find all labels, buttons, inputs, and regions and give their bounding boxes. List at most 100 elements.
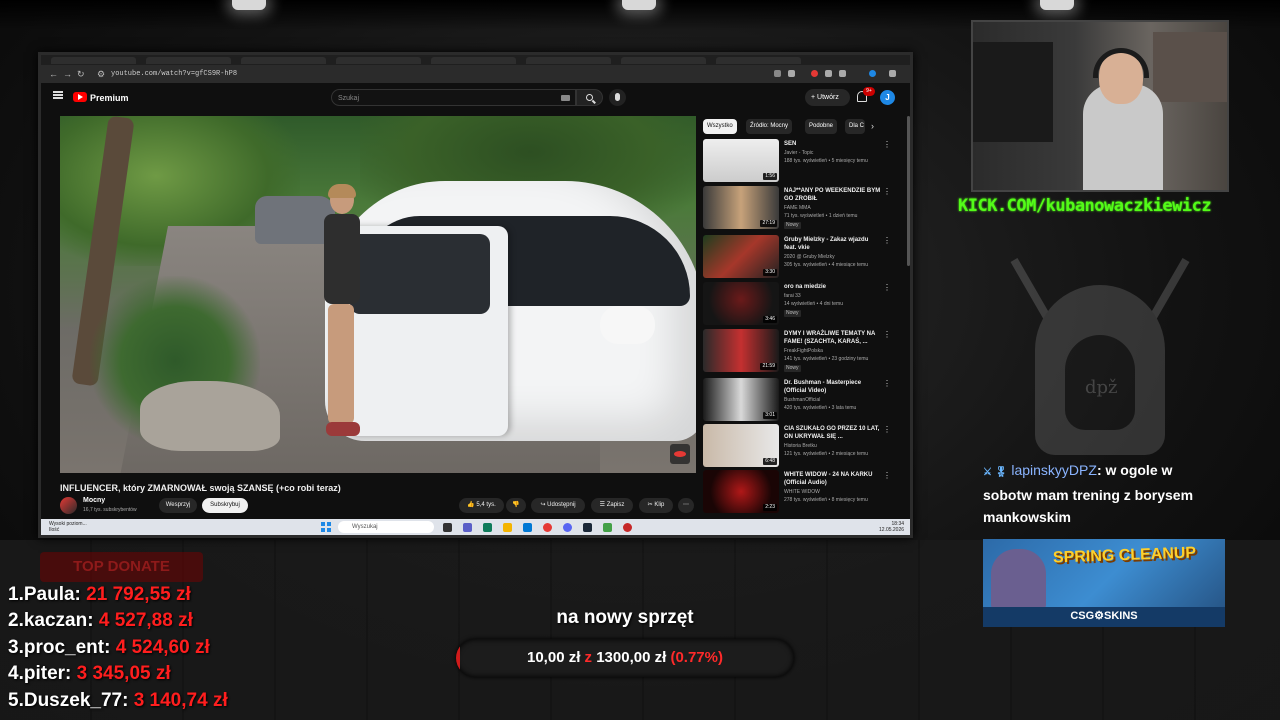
youtube-premium-label[interactable]: Premium bbox=[90, 92, 129, 104]
recommendation-channel[interactable]: FAME MMA bbox=[784, 205, 811, 212]
file-explorer-icon[interactable] bbox=[503, 523, 512, 532]
subscribe-button[interactable]: Subskrybuj bbox=[202, 498, 248, 513]
video-thumbnail[interactable]: 27:19 bbox=[703, 186, 779, 229]
recommendation-title[interactable]: DYMY I WRAŻLIWE TEMATY NA FAME! (SZACHTA… bbox=[784, 330, 882, 346]
browser-tab[interactable] bbox=[241, 57, 326, 64]
browser-menu-icon[interactable] bbox=[889, 70, 896, 77]
recommendation-item[interactable]: 6:48 CIA SZUKAŁO GO PRZEZ 10 LAT, ON UKR… bbox=[703, 424, 908, 468]
task-view-icon[interactable] bbox=[443, 523, 452, 532]
taskbar-clock[interactable]: 18:34 12.05.2026 bbox=[879, 521, 904, 533]
browser-tab[interactable] bbox=[716, 57, 801, 64]
recommendation-item[interactable]: 2:23 WHITE WIDOW - 24 NA KARKU (Official… bbox=[703, 470, 908, 514]
recommendation-title[interactable]: SEN bbox=[784, 140, 882, 148]
video-thumbnail[interactable]: 21:59 bbox=[703, 329, 779, 372]
browser-tab[interactable] bbox=[621, 57, 706, 64]
account-avatar[interactable]: J bbox=[880, 90, 895, 105]
support-button[interactable]: Wesprzyj bbox=[159, 498, 197, 513]
browser-tab[interactable] bbox=[431, 57, 516, 64]
search-input[interactable]: Szukaj bbox=[331, 89, 576, 106]
more-options-icon[interactable]: ⋮ bbox=[883, 471, 891, 481]
sidebar-scrollbar[interactable] bbox=[907, 116, 910, 266]
recommendation-item[interactable]: 27:19 NAJ**ANY PO WEEKENDZIE BYM GO ZROB… bbox=[703, 186, 908, 230]
more-options-icon[interactable]: ⋮ bbox=[883, 140, 891, 150]
video-player[interactable] bbox=[60, 116, 696, 473]
browser-tab[interactable] bbox=[336, 57, 421, 64]
recommendation-item[interactable]: 3:46 oro na miedzie farai 33 14 wyświetl… bbox=[703, 282, 908, 326]
recommendation-item[interactable]: 21:59 DYMY I WRAŻLIWE TEMATY NA FAME! (S… bbox=[703, 329, 908, 373]
video-thumbnail[interactable]: 3:30 bbox=[703, 235, 779, 278]
chip-source[interactable]: Źródło: Mocny bbox=[746, 119, 793, 134]
reload-icon[interactable]: ↻ bbox=[77, 68, 85, 80]
recommendation-channel[interactable]: FreakFightPolska bbox=[784, 348, 823, 355]
extension-icon[interactable] bbox=[825, 70, 832, 77]
chevron-right-icon[interactable]: › bbox=[871, 121, 874, 132]
video-thumbnail[interactable]: 1:56 bbox=[703, 139, 779, 182]
recommendation-channel[interactable]: WHITE WIDOW bbox=[784, 489, 820, 496]
recommendation-title[interactable]: WHITE WIDOW - 24 NA KARKU (Official Audi… bbox=[784, 471, 882, 487]
create-button[interactable]: + Utwórz bbox=[805, 89, 850, 106]
keyboard-icon[interactable] bbox=[561, 95, 570, 101]
site-info-icon[interactable]: ⚙ bbox=[97, 68, 105, 80]
more-options-icon[interactable]: ⋮ bbox=[883, 425, 891, 435]
save-button[interactable]: ☰ Zapisz bbox=[591, 498, 633, 513]
recommendation-title[interactable]: CIA SZUKAŁO GO PRZEZ 10 LAT, ON UKRYWAŁ … bbox=[784, 425, 882, 441]
browser-tab-strip[interactable] bbox=[41, 55, 910, 65]
browser-tab[interactable] bbox=[526, 57, 611, 64]
windows-start-icon[interactable] bbox=[321, 522, 331, 532]
obs-icon[interactable] bbox=[603, 523, 612, 532]
recommendation-channel[interactable]: Javier - Topic bbox=[784, 150, 813, 157]
discord-icon[interactable] bbox=[563, 523, 572, 532]
recommendation-channel[interactable]: farai 33 bbox=[784, 293, 801, 300]
chrome-icon[interactable] bbox=[543, 523, 552, 532]
share-button[interactable]: ↪ Udostępnij bbox=[531, 498, 585, 513]
recommendation-channel[interactable]: BushmanOfficial bbox=[784, 397, 820, 404]
youtube-logo-icon[interactable] bbox=[73, 92, 87, 102]
channel-watermark-icon[interactable] bbox=[670, 444, 690, 464]
recommendation-title[interactable]: oro na miedzie bbox=[784, 283, 882, 291]
recommendation-item[interactable]: 3:01 Dr. Bushman - Masterpiece (Official… bbox=[703, 378, 908, 422]
back-arrow-icon[interactable]: ← bbox=[49, 68, 58, 80]
video-thumbnail[interactable]: 3:01 bbox=[703, 378, 779, 421]
recommendation-title[interactable]: NAJ**ANY PO WEEKENDZIE BYM GO ZROBIŁ bbox=[784, 187, 882, 203]
profile-icon[interactable] bbox=[869, 70, 876, 77]
more-options-icon[interactable]: ⋮ bbox=[883, 379, 891, 389]
search-button[interactable] bbox=[576, 89, 603, 106]
recommendation-channel[interactable]: Historia Bretku bbox=[784, 443, 817, 450]
recommendation-item[interactable]: 1:56 SEN Javier - Topic 188 tys. wyświet… bbox=[703, 139, 908, 183]
dislike-button[interactable]: 👎 bbox=[506, 498, 526, 513]
forward-arrow-icon[interactable]: → bbox=[63, 68, 72, 80]
url-field[interactable]: youtube.com/watch?v=gfCS9R-hP8 bbox=[111, 68, 237, 80]
more-options-icon[interactable]: ⋮ bbox=[883, 283, 891, 293]
teams-icon[interactable] bbox=[463, 523, 472, 532]
more-actions-icon[interactable]: ⋯ bbox=[678, 498, 694, 513]
recommendation-channel[interactable]: 2020 @ Gruby Mielzky bbox=[784, 254, 835, 261]
recommendation-title[interactable]: Gruby Mielzky - Zakaz wjazdu feat. vkie bbox=[784, 236, 882, 252]
recommendation-item[interactable]: 3:30 Gruby Mielzky - Zakaz wjazdu feat. … bbox=[703, 235, 908, 279]
edge-icon[interactable] bbox=[523, 523, 532, 532]
browser-tab[interactable] bbox=[51, 57, 136, 64]
taskbar-search-input[interactable]: Wyszukaj bbox=[338, 521, 434, 533]
chip-similar[interactable]: Podobne bbox=[805, 119, 838, 134]
chip-all[interactable]: Wszystko bbox=[703, 119, 737, 134]
channel-name[interactable]: Mocny bbox=[83, 496, 105, 505]
hamburger-menu-icon[interactable] bbox=[53, 91, 63, 99]
app-icon[interactable] bbox=[623, 523, 632, 532]
like-button[interactable]: 👍 5,4 tys. bbox=[459, 498, 504, 513]
video-thumbnail[interactable]: 3:46 bbox=[703, 282, 779, 325]
channel-avatar[interactable] bbox=[60, 497, 77, 514]
cast-icon[interactable] bbox=[774, 70, 781, 77]
weather-widget[interactable]: Wysoki poziom... Ilość bbox=[49, 521, 87, 533]
browser-tab[interactable] bbox=[146, 57, 231, 64]
video-thumbnail[interactable]: 6:48 bbox=[703, 424, 779, 467]
more-options-icon[interactable]: ⋮ bbox=[883, 187, 891, 197]
clip-button[interactable]: ✂ Klip bbox=[639, 498, 673, 513]
extensions-puzzle-icon[interactable] bbox=[839, 70, 846, 77]
extension-icon[interactable] bbox=[811, 70, 818, 77]
bookmark-star-icon[interactable] bbox=[788, 70, 795, 77]
recommendation-title[interactable]: Dr. Bushman - Masterpiece (Official Vide… bbox=[784, 379, 882, 395]
chip-for-you[interactable]: Dla C bbox=[845, 119, 865, 134]
steam-icon[interactable] bbox=[583, 523, 592, 532]
voice-search-mic-icon[interactable] bbox=[609, 89, 626, 106]
more-options-icon[interactable]: ⋮ bbox=[883, 330, 891, 340]
app-icon[interactable] bbox=[483, 523, 492, 532]
